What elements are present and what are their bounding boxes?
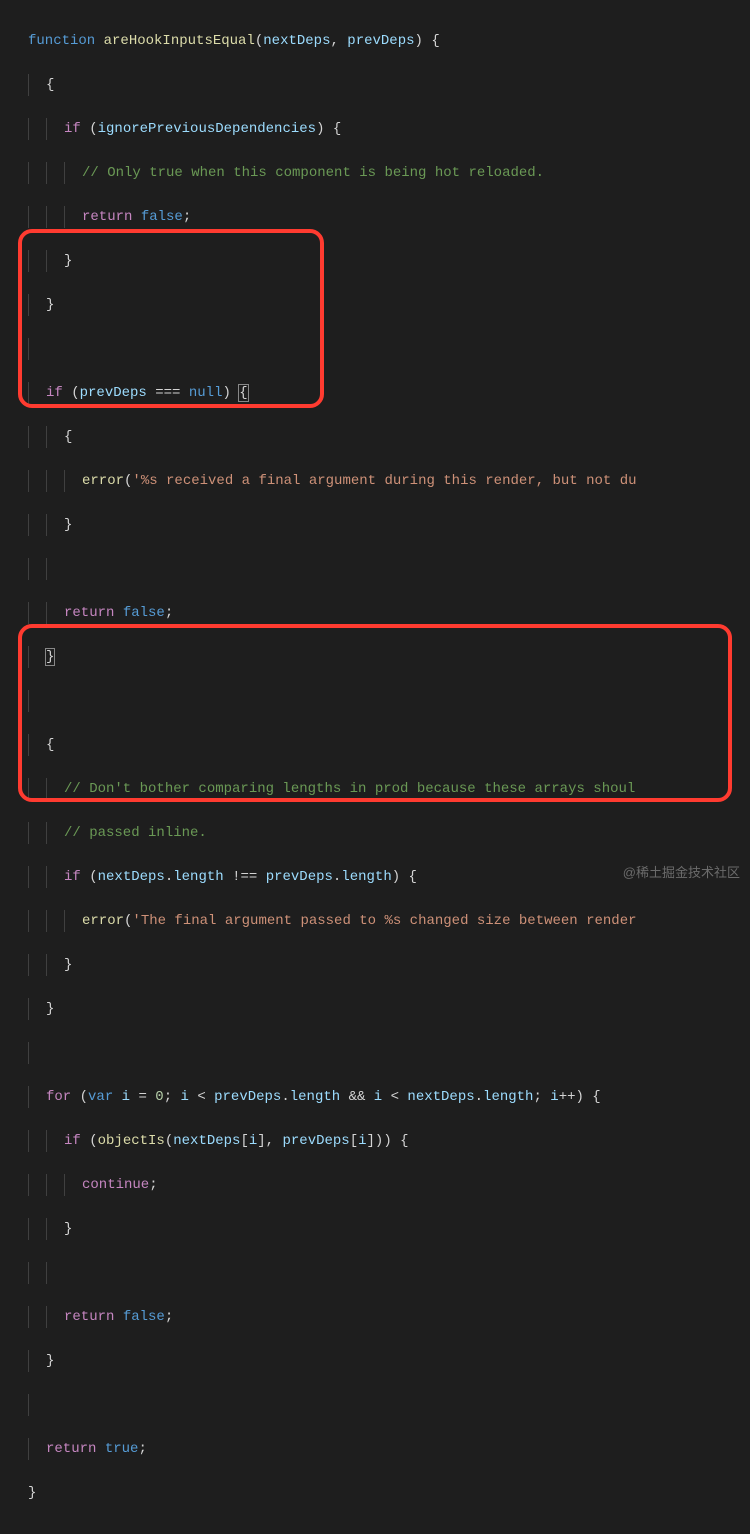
code-line: } <box>28 954 750 976</box>
code-line: } <box>28 250 750 272</box>
code-line <box>28 1394 750 1416</box>
code-line: return false; <box>28 1306 750 1328</box>
code-line: { <box>28 426 750 448</box>
code-line: { <box>28 734 750 756</box>
code-line <box>28 690 750 712</box>
code-line: error('The final argument passed to %s c… <box>28 910 750 932</box>
code-line: continue; <box>28 1174 750 1196</box>
code-line: } <box>28 1482 750 1504</box>
code-line: function areHookInputsEqual(nextDeps, pr… <box>28 30 750 52</box>
code-line: } <box>28 514 750 536</box>
code-line: return true; <box>28 1438 750 1460</box>
code-line <box>28 558 750 580</box>
code-line: if (ignorePreviousDependencies) { <box>28 118 750 140</box>
code-line: { <box>28 74 750 96</box>
code-line: return false; <box>28 206 750 228</box>
code-line: if (objectIs(nextDeps[i], prevDeps[i])) … <box>28 1130 750 1152</box>
code-editor: function areHookInputsEqual(nextDeps, pr… <box>0 0 750 1534</box>
code-line: for (var i = 0; i < prevDeps.length && i… <box>28 1086 750 1108</box>
code-line <box>28 338 750 360</box>
watermark: @稀土掘金技术社区 <box>623 862 740 884</box>
code-line: } <box>28 1218 750 1240</box>
code-line <box>28 1042 750 1064</box>
code-line: if (prevDeps === null) { <box>28 382 750 404</box>
code-line: } <box>28 998 750 1020</box>
code-line <box>28 1262 750 1284</box>
code-line: // passed inline. <box>28 822 750 844</box>
code-line: error('%s received a final argument duri… <box>28 470 750 492</box>
code-line: } <box>28 1350 750 1372</box>
code-line: // Only true when this component is bein… <box>28 162 750 184</box>
code-line: // Don't bother comparing lengths in pro… <box>28 778 750 800</box>
code-line: } <box>28 646 750 668</box>
code-line: } <box>28 294 750 316</box>
code-line: return false; <box>28 602 750 624</box>
